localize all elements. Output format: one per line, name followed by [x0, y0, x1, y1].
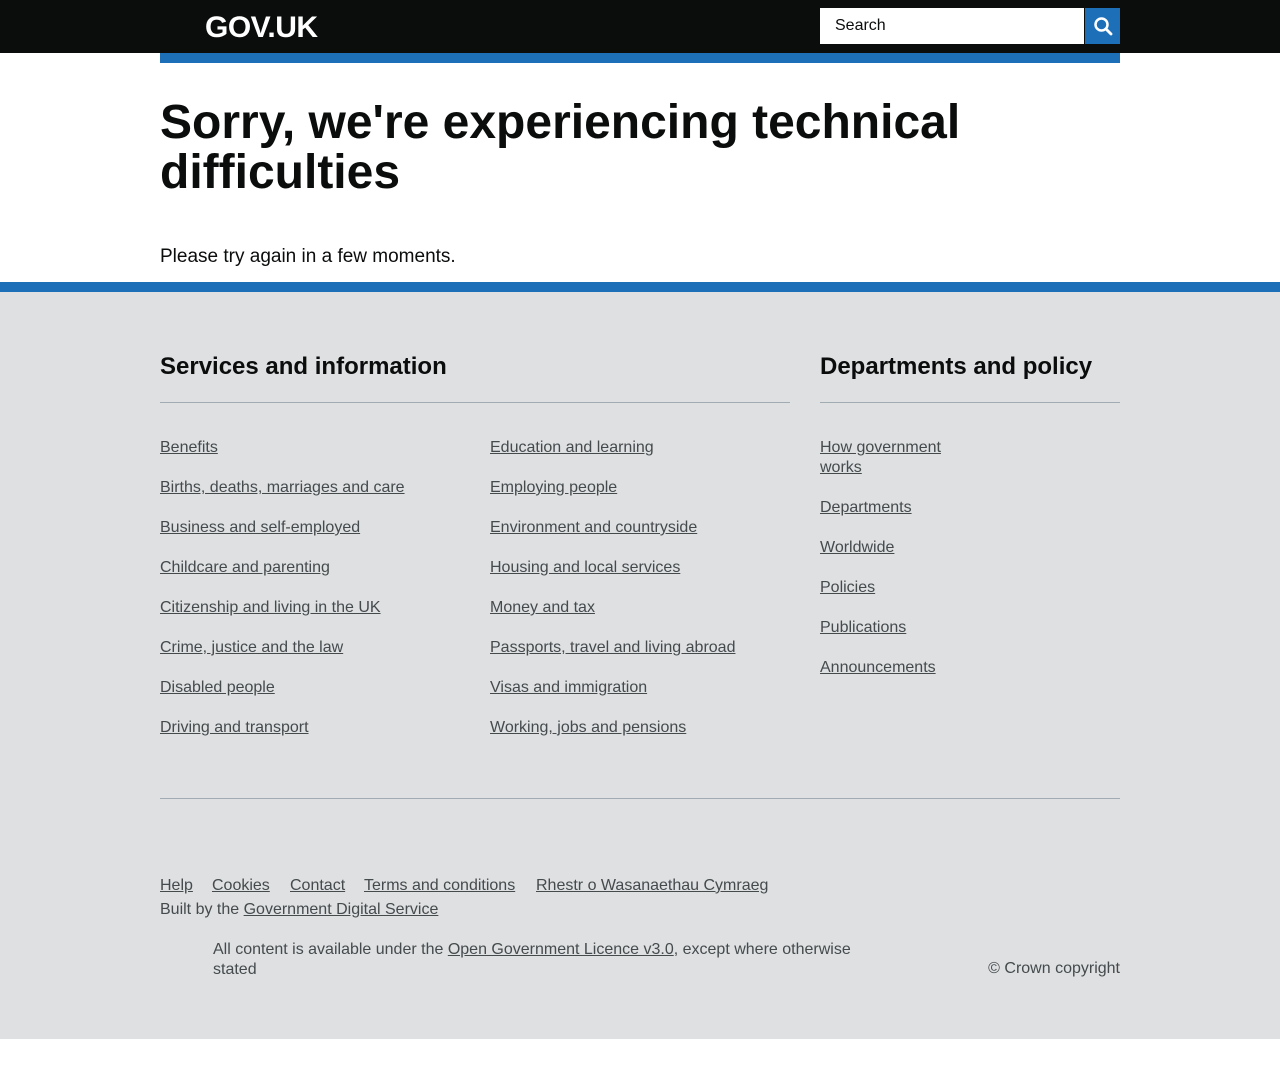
footer-link-publications[interactable]: Publications: [820, 618, 906, 638]
departments-heading: Departments and policy: [820, 353, 1093, 380]
govuk-logo[interactable]: GOV.UK: [205, 10, 318, 46]
footer-link-departments[interactable]: Departments: [820, 498, 912, 518]
footer-link-help[interactable]: Help: [160, 876, 193, 896]
footer-link-crime-justice[interactable]: Crime, justice and the law: [160, 638, 343, 658]
search-icon: [1093, 16, 1113, 36]
footer-link-terms[interactable]: Terms and conditions: [364, 876, 515, 896]
footer-link-how-government-works[interactable]: How government works: [820, 438, 950, 478]
footer-link-driving[interactable]: Driving and transport: [160, 718, 309, 738]
footer-link-passports[interactable]: Passports, travel and living abroad: [490, 638, 735, 658]
footer-link-business[interactable]: Business and self-employed: [160, 518, 360, 538]
licence-text: All content is available under the Open …: [213, 940, 873, 980]
footer-link-policies[interactable]: Policies: [820, 578, 875, 598]
footer-link-environment[interactable]: Environment and countryside: [490, 518, 697, 538]
footer-link-announcements[interactable]: Announcements: [820, 658, 936, 678]
footer-link-worldwide[interactable]: Worldwide: [820, 538, 894, 558]
footer-link-welsh-services[interactable]: Rhestr o Wasanaethau Cymraeg: [536, 876, 768, 896]
footer-meta-divider: [160, 798, 1120, 799]
services-divider: [160, 402, 790, 403]
footer-link-births-deaths[interactable]: Births, deaths, marriages and care: [160, 478, 405, 498]
footer-link-education[interactable]: Education and learning: [490, 438, 654, 458]
search-button[interactable]: [1085, 8, 1120, 44]
footer-link-employing[interactable]: Employing people: [490, 478, 617, 498]
page-title: Sorry, we're experiencing technical diff…: [160, 96, 961, 199]
footer-link-childcare[interactable]: Childcare and parenting: [160, 558, 330, 578]
built-by-prefix: Built by the: [160, 901, 240, 918]
footer-link-citizenship[interactable]: Citizenship and living in the UK: [160, 598, 381, 618]
footer-link-contact[interactable]: Contact: [290, 876, 345, 896]
page-message: Please try again in a few moments.: [160, 246, 456, 267]
licence-link[interactable]: Open Government Licence v3.0: [448, 941, 674, 958]
services-heading: Services and information: [160, 353, 447, 380]
copyright-text: © Crown copyright: [988, 960, 1120, 977]
footer-link-housing[interactable]: Housing and local services: [490, 558, 680, 578]
site-header: GOV.UK: [0, 0, 1280, 53]
footer-link-cookies[interactable]: Cookies: [212, 876, 270, 896]
footer-link-benefits[interactable]: Benefits: [160, 438, 218, 458]
crown-copyright[interactable]: © Crown copyright: [960, 959, 1120, 979]
gds-link[interactable]: Government Digital Service: [244, 901, 439, 918]
site-footer: [0, 282, 1280, 1039]
footer-link-disabled-people[interactable]: Disabled people: [160, 678, 275, 698]
search-input[interactable]: [820, 8, 1084, 44]
header-accent-bar: [160, 53, 1120, 63]
footer-link-money-tax[interactable]: Money and tax: [490, 598, 595, 618]
open-government-licence-icon: [160, 938, 201, 955]
footer-link-visas[interactable]: Visas and immigration: [490, 678, 647, 698]
departments-divider: [820, 402, 1120, 403]
footer-link-working[interactable]: Working, jobs and pensions: [490, 718, 686, 738]
built-by-text: Built by the Government Digital Service: [160, 900, 438, 920]
licence-prefix: All content is available under the: [213, 941, 444, 958]
